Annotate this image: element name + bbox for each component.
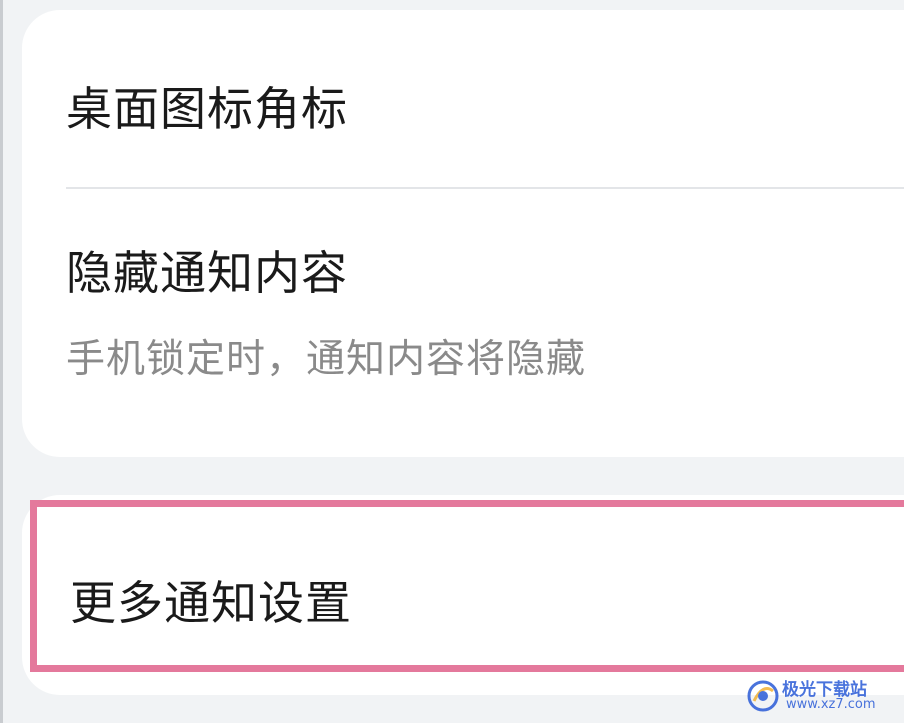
divider	[66, 187, 904, 189]
settings-screen: 桌面图标角标 隐藏通知内容 手机锁定时，通知内容将隐藏 更多通知设置 极光下载站…	[0, 0, 904, 723]
settings-item-title: 隐藏通知内容	[66, 246, 348, 300]
settings-item-title: 桌面图标角标	[66, 82, 348, 136]
watermark-url: www.xz7.com	[786, 697, 876, 712]
watermark: 极光下载站 www.xz7.com	[746, 675, 896, 717]
settings-item-subtitle: 手机锁定时，通知内容将隐藏	[66, 337, 587, 382]
settings-item-app-icon-badge[interactable]: 桌面图标角标	[66, 18, 904, 188]
watermark-logo-icon	[747, 680, 779, 712]
settings-item-hide-notification-content[interactable]: 隐藏通知内容 手机锁定时，通知内容将隐藏	[66, 190, 904, 430]
settings-item-more-notification-settings[interactable]: 更多通知设置	[30, 500, 904, 672]
settings-item-title: 更多通知设置	[70, 576, 352, 630]
window-edge	[0, 0, 3, 723]
